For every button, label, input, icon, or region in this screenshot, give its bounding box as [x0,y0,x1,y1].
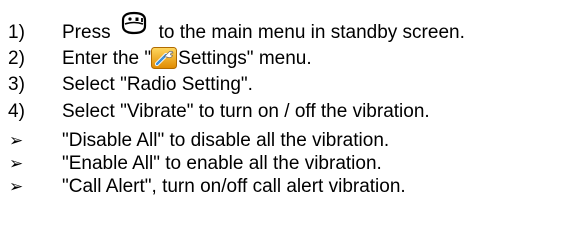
step-text: Select "Vibrate" to turn on / off the vi… [62,101,430,122]
bullet-text: "Call Alert", turn on/off call alert vib… [62,176,406,197]
menu-key-icon [121,11,147,37]
arrow-bullet-icon: ➢ [9,131,24,150]
instruction-document: 1) Press to the main menu in standby scr… [0,0,581,243]
settings-icon [151,47,178,69]
step-text-before: Enter the " [62,48,152,69]
step-number: 2) [8,48,25,69]
arrow-bullet-icon: ➢ [9,177,24,196]
step-number: 3) [8,74,25,95]
step-text-before: Press [62,22,111,43]
step-text: Press to the main menu in standby screen… [62,11,465,46]
step-text-after: Settings" menu. [178,48,312,69]
bullet-text: "Disable All" to disable all the vibrati… [62,130,390,151]
step-text: Select "Radio Setting". [62,74,253,95]
step-number: 1) [8,22,25,43]
step-text-after: to the main menu in standby screen. [158,22,465,43]
step-number: 4) [8,101,25,122]
bullet-text: "Enable All" to enable all the vibration… [62,153,382,174]
step-text: Enter the " Settings" menu. [62,47,312,70]
arrow-bullet-icon: ➢ [9,154,24,173]
